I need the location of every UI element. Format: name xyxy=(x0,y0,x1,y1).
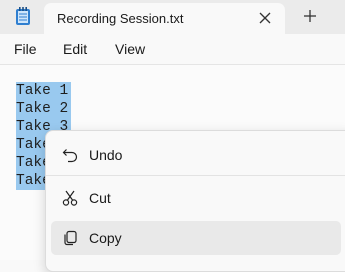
notepad-icon xyxy=(16,7,30,25)
copy-icon xyxy=(64,230,77,246)
scissors-icon xyxy=(62,190,78,206)
context-separator xyxy=(46,175,345,176)
menu-bar: File Edit View xyxy=(0,34,345,64)
text-line: Take 2 xyxy=(16,100,71,118)
context-item-label: Cut xyxy=(89,190,111,206)
undo-icon xyxy=(62,149,78,163)
context-item-label: Copy xyxy=(89,230,122,246)
context-item-copy[interactable]: Copy xyxy=(51,221,341,255)
tab-title: Recording Session.txt xyxy=(57,11,184,26)
text-line: Take 1 xyxy=(16,82,71,100)
close-icon[interactable] xyxy=(256,9,274,27)
context-item-undo[interactable]: Undo xyxy=(51,138,341,172)
context-item-cut[interactable]: Cut xyxy=(51,181,341,215)
menu-view[interactable]: View xyxy=(115,41,145,57)
context-item-label: Undo xyxy=(89,147,123,163)
title-bar: Recording Session.txt xyxy=(0,0,345,34)
context-menu: Undo Cut Copy xyxy=(45,130,345,272)
document-tab[interactable]: Recording Session.txt xyxy=(44,3,285,34)
menu-file[interactable]: File xyxy=(14,41,37,57)
menu-edit[interactable]: Edit xyxy=(63,41,87,57)
plus-icon[interactable] xyxy=(302,8,318,24)
